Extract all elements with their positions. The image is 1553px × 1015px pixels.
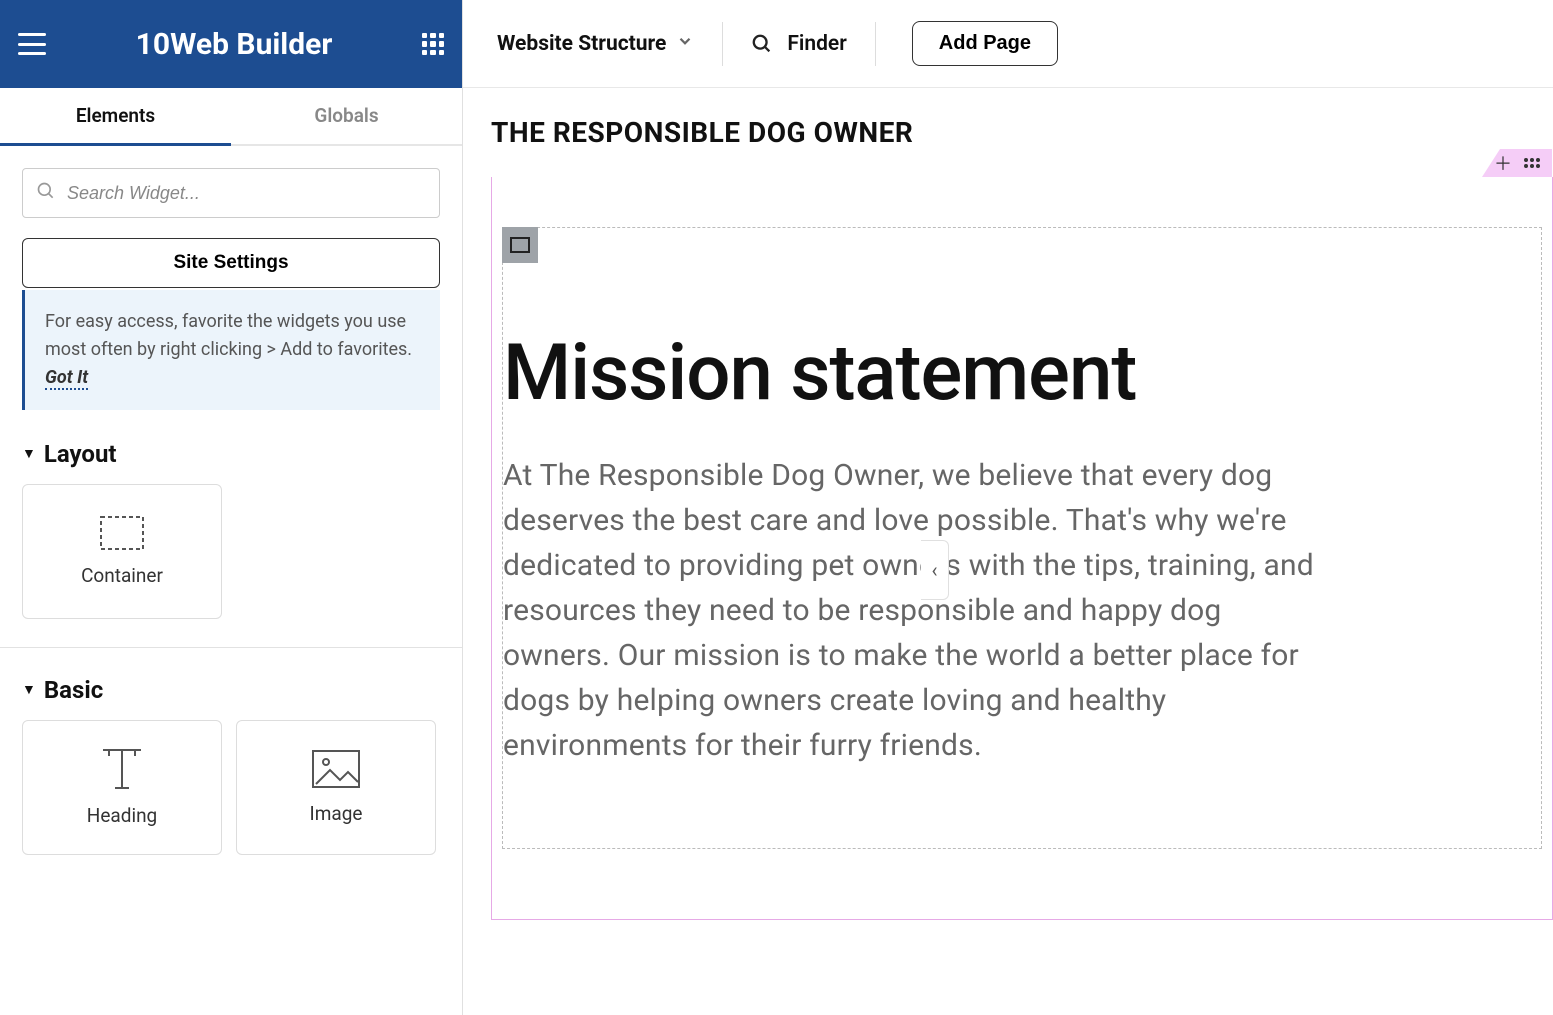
search-widget-input[interactable]: [22, 168, 440, 218]
widget-container[interactable]: Container: [22, 484, 222, 619]
website-structure-dropdown[interactable]: Website Structure: [497, 32, 694, 56]
chevron-down-icon: [676, 32, 694, 56]
divider: [722, 22, 723, 66]
apps-grid-icon[interactable]: [422, 33, 444, 55]
mission-heading[interactable]: Mission statement: [503, 328, 1541, 419]
finder-label: Finder: [787, 32, 846, 56]
got-it-link[interactable]: Got It: [45, 367, 88, 390]
add-widget-icon[interactable]: ＋: [1494, 150, 1512, 176]
section-toolbar: ＋: [1482, 149, 1552, 177]
favorites-tip: For easy access, favorite the widgets yo…: [22, 290, 440, 410]
search-icon: [36, 181, 56, 205]
widget-image[interactable]: Image: [236, 720, 436, 855]
site-settings-button[interactable]: Site Settings: [22, 238, 440, 288]
hamburger-menu-icon[interactable]: [18, 33, 46, 55]
drag-handle-icon[interactable]: [1524, 158, 1540, 168]
favorites-tip-text: For easy access, favorite the widgets yo…: [45, 311, 412, 360]
category-basic-header[interactable]: ▼ Basic: [22, 676, 440, 704]
collapse-sidebar-handle[interactable]: ‹: [921, 540, 949, 600]
brand-title: 10Web Builder: [86, 27, 382, 62]
finder-button[interactable]: Finder: [751, 32, 846, 56]
search-icon: [751, 33, 773, 55]
add-page-button[interactable]: Add Page: [912, 21, 1058, 66]
rectangle-icon: [510, 237, 530, 253]
chevron-down-icon: ▼: [22, 681, 36, 698]
image-icon: [312, 750, 360, 788]
container-handle[interactable]: [502, 227, 538, 263]
widget-heading[interactable]: Heading: [22, 720, 222, 855]
widget-container-label: Container: [81, 564, 163, 587]
container-icon: [100, 516, 144, 550]
widget-heading-label: Heading: [87, 804, 157, 827]
heading-icon: [99, 748, 145, 790]
canvas-section[interactable]: ＋ Mission statement At The Responsible D…: [491, 177, 1553, 920]
category-layout-header[interactable]: ▼ Layout: [22, 440, 440, 468]
tab-elements[interactable]: Elements: [0, 88, 231, 146]
tab-globals[interactable]: Globals: [231, 88, 462, 144]
widget-image-label: Image: [310, 802, 363, 825]
inner-container[interactable]: Mission statement At The Responsible Dog…: [502, 227, 1542, 849]
category-basic-title: Basic: [44, 676, 103, 704]
site-title: THE RESPONSIBLE DOG OWNER: [491, 116, 1553, 149]
mission-body-text[interactable]: At The Responsible Dog Owner, we believe…: [503, 453, 1323, 768]
divider: [875, 22, 876, 66]
website-structure-label: Website Structure: [497, 32, 666, 56]
category-layout-title: Layout: [44, 440, 117, 468]
chevron-down-icon: ▼: [22, 445, 36, 462]
